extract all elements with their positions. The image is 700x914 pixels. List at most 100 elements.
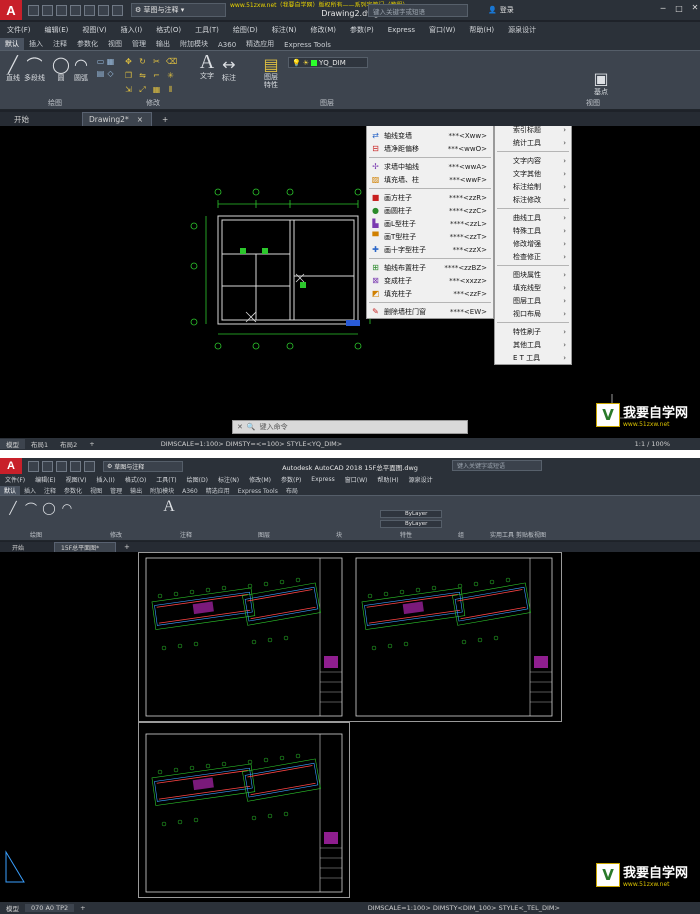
screen2-menu-item-9[interactable]: 参数(P)	[276, 475, 306, 484]
add-layout-icon[interactable]: +	[83, 440, 100, 448]
screen1-ribbon-tab-0[interactable]: 默认	[0, 38, 24, 50]
explode-icon[interactable]: ✳	[166, 71, 175, 80]
screen1-ribbon-tab-2[interactable]: 注释	[48, 38, 72, 50]
layout-tab-model[interactable]: 模型	[0, 439, 25, 449]
menu-item[interactable]: ⊠ 变成柱子 ***<xxzz>	[367, 274, 493, 287]
fillet-icon[interactable]: ⌐	[152, 71, 161, 80]
dimension-tool[interactable]: ↔ 标注	[220, 55, 238, 83]
print-icon[interactable]	[84, 4, 95, 16]
screen1-menu-item-13[interactable]: 源泉设计	[501, 25, 543, 35]
screen1-menu-item-1[interactable]: 编辑(E)	[38, 25, 76, 35]
screen2-menu-item-10[interactable]: Express	[306, 476, 339, 483]
new-tab-icon-2[interactable]: +	[118, 542, 130, 552]
screen2-menu-item-11[interactable]: 窗口(W)	[340, 475, 373, 484]
screen2-menu-item-13[interactable]: 源泉设计	[404, 475, 438, 484]
screen2-menu-item-1[interactable]: 编辑(E)	[30, 475, 60, 484]
screen2-ribbon-tab-6[interactable]: 输出	[126, 486, 146, 495]
screen1-ribbon-tab-6[interactable]: 输出	[151, 38, 175, 50]
screen1-menu-item-8[interactable]: 修改(M)	[303, 25, 343, 35]
menu-item[interactable]: ⊟ 墙净距偏移 ***<wwO>	[367, 142, 493, 155]
screen1-menu-item-2[interactable]: 视图(V)	[75, 25, 113, 35]
menu-item[interactable]: ▀ 画T型柱子 ****<zzT>	[367, 230, 493, 243]
close-tab-icon[interactable]: ×	[137, 115, 143, 124]
menu-item[interactable]: ✚ 画十字型柱子 ***<zzX>	[367, 243, 493, 256]
screen2-ribbon-tab-8[interactable]: A360	[178, 488, 202, 495]
undo-icon-2[interactable]	[84, 460, 95, 472]
screen2-ribbon-tab-11[interactable]: 布局	[282, 486, 302, 495]
line-tool[interactable]: ╱ 直线	[4, 55, 22, 83]
screen2-menu-item-0[interactable]: 文件(F)	[0, 475, 30, 484]
text-tool[interactable]: A 文字	[198, 51, 216, 81]
new-icon-2[interactable]	[28, 460, 39, 472]
add-layout-icon-2[interactable]: +	[74, 904, 91, 912]
screen2-menu-item-6[interactable]: 绘图(D)	[182, 475, 213, 484]
rotate-icon[interactable]: ↻	[138, 57, 147, 66]
workspace-dropdown-2[interactable]: ⚙ 草图与注释	[103, 460, 183, 472]
rect-icon[interactable]: ▭	[96, 57, 105, 66]
search-cmd-icon[interactable]: 🔍	[247, 423, 260, 431]
layout-canvas[interactable]: V 我要自学网 www.51zxw.net	[0, 552, 700, 902]
bylayer-dropdown-1[interactable]: ByLayer	[380, 510, 442, 518]
polyline-tool-2[interactable]: ⌒	[22, 499, 40, 517]
screen2-ribbon-tab-1[interactable]: 插入	[20, 486, 40, 495]
arc-tool-2[interactable]: ◠	[58, 499, 76, 517]
arc-tool[interactable]: ◠ 圆弧	[72, 55, 90, 83]
screen2-ribbon-tab-2[interactable]: 注释	[40, 486, 60, 495]
maximize-icon[interactable]: □	[672, 4, 686, 15]
print-icon-2[interactable]	[70, 460, 81, 472]
undo-icon[interactable]	[98, 4, 109, 16]
screen2-menu-item-4[interactable]: 格式(O)	[120, 475, 151, 484]
command-line[interactable]: ✕ 🔍 键入命令	[232, 420, 468, 434]
screen2-ribbon-tab-3[interactable]: 参数化	[60, 486, 86, 495]
menu-item[interactable]: 其他工具 ›	[495, 338, 571, 351]
menu-item[interactable]: 特性刷子 ›	[495, 325, 571, 338]
file-tab-start[interactable]: 开始	[8, 112, 78, 126]
hatch-icon[interactable]: ▦	[106, 57, 115, 66]
new-tab-icon[interactable]: +	[156, 112, 170, 126]
menu-item[interactable]: ▨ 填充墙、柱 ***<wwF>	[367, 173, 493, 186]
copy-icon[interactable]: ❐	[124, 71, 133, 80]
line-tool-2[interactable]: ╱	[4, 499, 22, 517]
layout-tab-2[interactable]: 布局2	[54, 439, 83, 449]
circle-tool-2[interactable]: ◯	[40, 499, 58, 517]
screen2-ribbon-tab-4[interactable]: 视图	[86, 486, 106, 495]
screen2-ribbon-tab-9[interactable]: 精选应用	[202, 486, 234, 495]
menu-item[interactable]: 文字其他 ›	[495, 167, 571, 180]
menu-item[interactable]: 索引标题 ›	[495, 126, 571, 136]
offset-icon[interactable]: ⫴	[166, 85, 175, 94]
save-icon[interactable]	[56, 4, 67, 16]
autocad-logo-icon-2[interactable]: A	[0, 458, 22, 474]
screen2-menu-item-8[interactable]: 修改(M)	[244, 475, 276, 484]
menu-item[interactable]: ✢ 求墙中轴线 ***<wwA>	[367, 160, 493, 173]
menu-item[interactable]: ✎ 删除墙柱门窗 ****<EW>	[367, 305, 493, 318]
menu-item[interactable]: 标注绘制 ›	[495, 180, 571, 193]
screen1-ribbon-tab-4[interactable]: 视图	[103, 38, 127, 50]
search-input[interactable]: 键入关键字或短语	[368, 4, 468, 17]
redo-icon[interactable]	[112, 4, 123, 16]
menu-item[interactable]: 特殊工具 ›	[495, 224, 571, 237]
move-icon[interactable]: ✥	[124, 57, 133, 66]
screen1-menu-item-4[interactable]: 格式(O)	[149, 25, 188, 35]
menu-item[interactable]: ● 画圆柱子 ****<zzC>	[367, 204, 493, 217]
menu-item[interactable]: 曲线工具 ›	[495, 211, 571, 224]
screen1-ribbon-tab-1[interactable]: 插入	[24, 38, 48, 50]
menu-item[interactable]: ⊞ 轴线布置柱子 ****<zzBZ>	[367, 261, 493, 274]
menu-item[interactable]: 填充线型 ›	[495, 281, 571, 294]
file-tab-plan[interactable]: 15F总平面图*	[54, 542, 116, 552]
screen2-menu-item-3[interactable]: 插入(I)	[91, 475, 119, 484]
screen1-menu-item-12[interactable]: 帮助(H)	[462, 25, 501, 35]
screen2-ribbon-tab-0[interactable]: 默认	[0, 486, 21, 495]
menu-item[interactable]: ⇄ 轴线变墙 ***<Xww>	[367, 129, 493, 142]
circle-tool[interactable]: ◯ 圆	[52, 55, 70, 83]
minimize-icon[interactable]: ─	[656, 4, 670, 15]
search-input-2[interactable]: 键入关键字或短语	[452, 460, 542, 471]
stretch-icon[interactable]: ⇲	[124, 85, 133, 94]
screen2-menu-item-12[interactable]: 帮助(H)	[372, 475, 403, 484]
menu-item[interactable]: ▙ 画L型柱子 ****<zzL>	[367, 217, 493, 230]
screen1-menu-item-6[interactable]: 绘图(D)	[226, 25, 265, 35]
screen1-menu-item-5[interactable]: 工具(T)	[188, 25, 226, 35]
boundary-icon[interactable]: ◇	[106, 69, 115, 78]
screen2-ribbon-tab-5[interactable]: 管理	[106, 486, 126, 495]
menu-item[interactable]: 图块属性 ›	[495, 268, 571, 281]
screen1-ribbon-tab-7[interactable]: 附加模块	[175, 38, 213, 50]
